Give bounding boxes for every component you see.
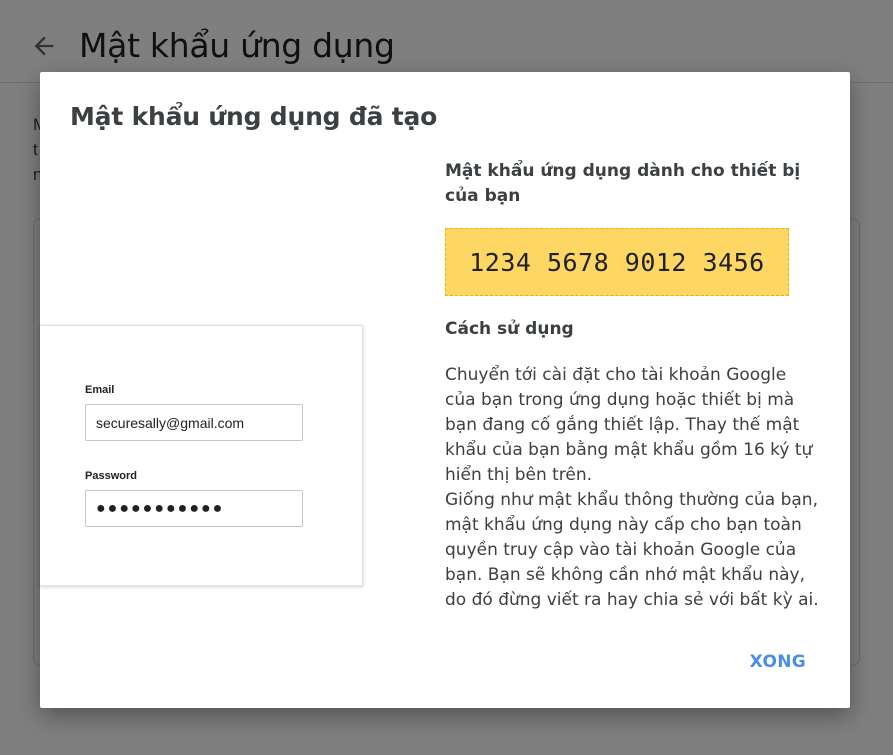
password-label: Password [85,470,137,482]
sign-in-illustration: Email securesally@gmail.com Password ●●●… [40,325,363,586]
password-heading: Mật khẩu ứng dụng dành cho thiết bị của … [445,161,801,206]
instruction-paragraph: Chuyển tới cài đặt cho tài khoản Google … [445,365,813,485]
done-button[interactable]: XONG [750,648,806,676]
password-value: ●●●●●●●●●●● [96,499,225,517]
instruction-paragraph: Giống như mật khẩu thông thường của bạn,… [445,490,819,610]
app-password-dialog: Mật khẩu ứng dụng đã tạo Email securesal… [40,72,850,708]
email-field: securesally@gmail.com [85,404,303,441]
email-label: Email [85,384,115,396]
email-value: securesally@gmail.com [96,414,245,431]
dialog-title: Mật khẩu ứng dụng đã tạo [70,102,438,131]
password-field: ●●●●●●●●●●● [85,490,303,527]
howto-heading: Cách sử dụng [445,319,574,339]
app-password-code[interactable]: 1234 5678 9012 3456 [445,228,789,296]
instructions: Chuyển tới cài đặt cho tài khoản Google … [445,363,820,613]
